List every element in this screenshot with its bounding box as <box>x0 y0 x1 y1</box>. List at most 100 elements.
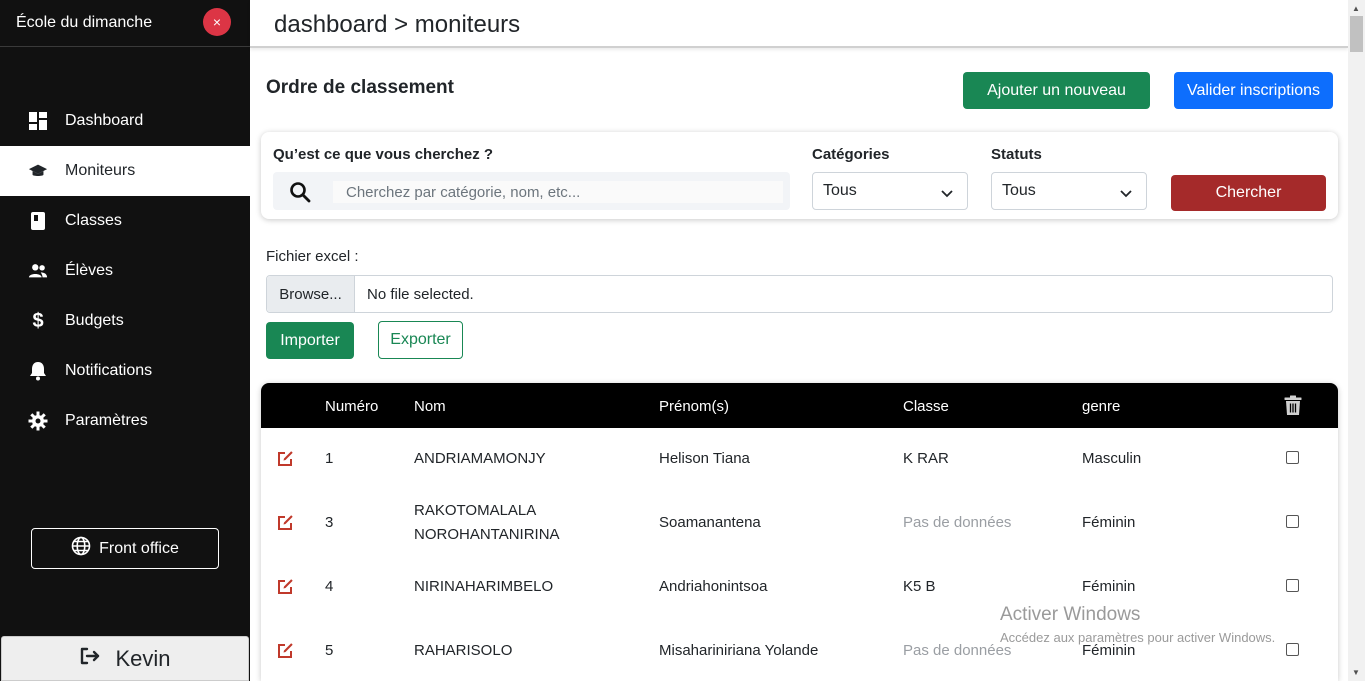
cell-nom: RAHARISOLO <box>414 642 513 659</box>
cell-prenom: Soamanantena <box>659 514 761 531</box>
cell-nom-line2: NOROHANTANIRINA <box>414 526 560 543</box>
app-title: École du dimanche <box>16 14 153 31</box>
add-new-button[interactable]: Ajouter un nouveau <box>963 72 1150 109</box>
validate-registrations-button[interactable]: Valider inscriptions <box>1174 72 1333 109</box>
book-icon <box>28 211 48 231</box>
users-icon <box>28 261 48 281</box>
globe-icon <box>71 536 91 561</box>
sidebar-item-notifications[interactable]: Notifications <box>0 346 250 396</box>
export-button[interactable]: Exporter <box>378 321 463 359</box>
windows-activation-watermark: Activer Windows Accédez aux paramètres p… <box>1000 604 1275 645</box>
scroll-down-arrow-icon[interactable]: ▼ <box>1352 668 1360 677</box>
header-genre: genre <box>1082 398 1121 415</box>
sidebar-item-dashboard[interactable]: Dashboard <box>0 96 250 146</box>
sidebar-item-eleves[interactable]: Élèves <box>0 246 250 296</box>
file-input[interactable]: Browse... No file selected. <box>266 275 1333 313</box>
cell-classe: K5 B <box>903 578 936 595</box>
cell-prenom: Andriahonintsoa <box>659 578 768 595</box>
top-bar: dashboard > moniteurs <box>250 0 1348 48</box>
dashboard-icon <box>28 111 48 131</box>
edit-icon[interactable] <box>277 450 294 471</box>
bell-icon <box>28 361 48 381</box>
cell-numero: 4 <box>325 578 334 595</box>
sidebar-brand: École du dimanche × <box>0 0 250 47</box>
categories-select[interactable]: Tous <box>812 172 968 210</box>
search-button[interactable]: Chercher <box>1171 175 1326 211</box>
sidebar-item-label: Élèves <box>65 262 114 279</box>
edit-icon[interactable] <box>277 578 294 599</box>
categories-select-value: Tous <box>823 182 857 199</box>
chevron-down-icon <box>941 185 953 203</box>
gear-icon <box>28 411 48 431</box>
table-header: Numéro Nom Prénom(s) Classe genre <box>261 383 1338 428</box>
sidebar-item-label: Moniteurs <box>65 162 136 179</box>
sidebar-nav: Dashboard Moniteurs Classes Élèves $ Bud… <box>0 96 250 446</box>
cell-genre: Féminin <box>1082 578 1136 595</box>
status-label: Statuts <box>991 146 1042 163</box>
header-prenom: Prénom(s) <box>659 398 730 415</box>
browse-button[interactable]: Browse... <box>267 276 355 312</box>
sidebar-item-label: Notifications <box>65 362 153 379</box>
header-nom: Nom <box>414 398 446 415</box>
row-checkbox[interactable] <box>1286 451 1299 464</box>
scroll-up-arrow-icon[interactable]: ▲ <box>1352 4 1360 13</box>
search-input[interactable] <box>333 181 783 203</box>
breadcrumb: dashboard > moniteurs <box>274 11 521 38</box>
cell-classe: K RAR <box>903 450 949 467</box>
cell-genre: Masculin <box>1082 450 1142 467</box>
edit-icon[interactable] <box>277 642 294 663</box>
page-scrollbar[interactable]: ▲ ▼ <box>1348 0 1365 681</box>
sidebar-item-parametres[interactable]: Paramètres <box>0 396 250 446</box>
row-checkbox[interactable] <box>1286 515 1299 528</box>
sign-out-icon <box>79 646 101 672</box>
sidebar-item-label: Paramètres <box>65 412 148 429</box>
status-select[interactable]: Tous <box>991 172 1147 210</box>
categories-label: Catégories <box>812 146 890 163</box>
logout-user-button[interactable]: Kevin <box>1 636 249 681</box>
cell-numero: 5 <box>325 642 334 659</box>
page-title: Ordre de classement <box>266 77 454 98</box>
header-classe: Classe <box>903 398 949 415</box>
close-sidebar-button[interactable]: × <box>203 8 231 36</box>
sidebar-item-classes[interactable]: Classes <box>0 196 250 246</box>
row-checkbox[interactable] <box>1286 643 1299 656</box>
file-label: Fichier excel : <box>266 248 359 265</box>
scroll-thumb[interactable] <box>1350 16 1363 52</box>
front-office-label: Front office <box>99 539 179 557</box>
sidebar-item-budgets[interactable]: $ Budgets <box>0 296 250 346</box>
search-box <box>273 172 790 210</box>
edit-icon[interactable] <box>277 514 294 535</box>
header-numero: Numéro <box>325 398 379 415</box>
import-button[interactable]: Importer <box>266 322 354 359</box>
cell-classe: Pas de données <box>903 514 1012 531</box>
search-card: Qu’est ce que vous cherchez ? Catégories… <box>261 132 1338 219</box>
file-name: No file selected. <box>367 286 474 303</box>
graduation-cap-icon <box>28 161 48 181</box>
dollar-icon: $ <box>32 309 44 332</box>
table-row: 1 ANDRIAMAMONJY Helison Tiana K RAR Masc… <box>261 428 1338 492</box>
sidebar-item-label: Dashboard <box>65 112 144 129</box>
watermark-title: Activer Windows <box>1000 604 1141 625</box>
cell-classe: Pas de données <box>903 642 1012 659</box>
search-question-label: Qu’est ce que vous cherchez ? <box>273 146 494 163</box>
cell-numero: 1 <box>325 450 334 467</box>
cell-prenom: Helison Tiana <box>659 450 750 467</box>
front-office-button[interactable]: Front office <box>31 528 219 569</box>
cell-nom: RAKOTOMALALA <box>414 502 537 519</box>
chevron-down-icon <box>1120 185 1132 203</box>
user-name: Kevin <box>115 645 171 671</box>
sidebar: École du dimanche × Dashboard Moniteurs … <box>0 0 250 681</box>
row-checkbox[interactable] <box>1286 579 1299 592</box>
cell-genre: Féminin <box>1082 514 1136 531</box>
trash-icon[interactable] <box>1284 395 1302 420</box>
sidebar-item-moniteurs[interactable]: Moniteurs <box>0 146 250 196</box>
watermark-subtitle: Accédez aux paramètres pour activer Wind… <box>1000 630 1276 645</box>
table-row: 3 RAKOTOMALALA NOROHANTANIRINA Soamanant… <box>261 492 1338 556</box>
cell-prenom: Misahariniriana Yolande <box>659 642 819 659</box>
sidebar-item-label: Classes <box>65 212 122 229</box>
status-select-value: Tous <box>1002 182 1036 199</box>
cell-numero: 3 <box>325 514 334 531</box>
cell-nom: NIRINAHARIMBELO <box>414 578 554 595</box>
sidebar-item-label: Budgets <box>65 312 124 329</box>
search-icon <box>289 181 311 208</box>
